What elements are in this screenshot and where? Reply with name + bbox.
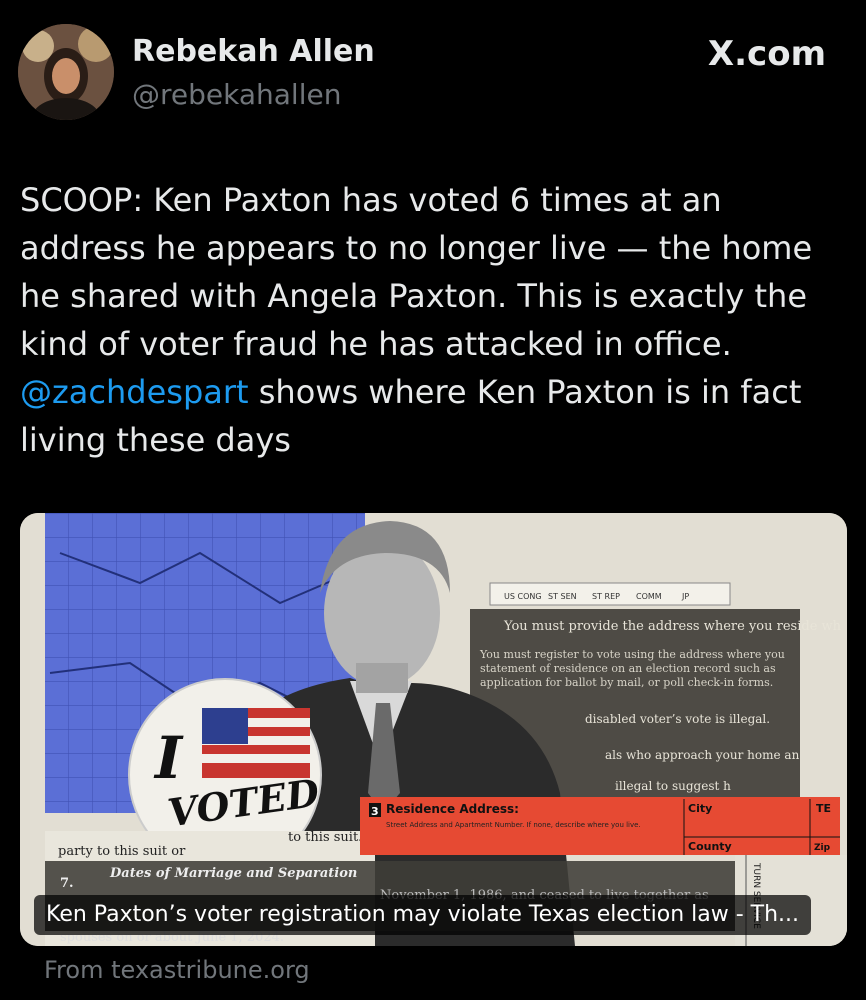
form-cell-4: COMM: [636, 592, 662, 601]
field-zip: Zip: [814, 843, 831, 853]
avatar[interactable]: [18, 24, 114, 120]
legal-suit: to this suit.: [288, 830, 362, 845]
legal-party: party to this suit or: [58, 844, 186, 859]
doc-para-2: statement of residence on an election re…: [480, 662, 776, 675]
doc-line-6: illegal to suggest h: [615, 779, 731, 793]
residence-label: Residence Address:: [386, 802, 519, 816]
residence-sub: Street Address and Apartment Number. If …: [386, 821, 641, 829]
doc-line-4: disabled voter’s vote is illegal.: [585, 712, 770, 726]
form-cell-5: JP: [681, 592, 689, 601]
sticker-i: I: [153, 724, 184, 792]
form-cell-2: ST SEN: [548, 592, 577, 601]
residence-number: 3: [371, 805, 379, 818]
legal-num: 7.: [60, 876, 74, 891]
form-header: US CONG ST SEN ST REP COMM JP: [489, 582, 731, 606]
x-logo: X.com: [707, 34, 826, 74]
form-cell-1: US CONG: [504, 592, 542, 601]
form-cell-3: ST REP: [592, 592, 620, 601]
link-caption[interactable]: Ken Paxton’s voter registration may viol…: [34, 895, 812, 935]
card-image: US CONG ST SEN ST REP COMM JP You must p…: [20, 513, 847, 946]
field-county: County: [688, 840, 732, 853]
doc-line-1: You must provide the address where you r…: [503, 619, 842, 634]
author-handle[interactable]: @rebekahallen: [132, 78, 341, 111]
doc-para-1: You must register to vote using the addr…: [479, 648, 785, 661]
legal-heading: Dates of Marriage and Separation: [109, 866, 357, 881]
tweet-text-part1: SCOOP: Ken Paxton has voted 6 times at a…: [20, 181, 813, 363]
link-source[interactable]: From texastribune.org: [44, 956, 310, 984]
field-city: City: [688, 802, 712, 815]
tweet-text: SCOOP: Ken Paxton has voted 6 times at a…: [20, 176, 850, 464]
doc-line-5: als who approach your home an: [605, 748, 800, 762]
doc-para-3: application for ballot by mail, or poll …: [480, 676, 773, 689]
field-te: TE: [816, 802, 831, 815]
author-name[interactable]: Rebekah Allen: [132, 34, 375, 69]
residence-form: 3 Residence Address: Street Address and …: [360, 797, 840, 855]
mention-link[interactable]: @zachdespart: [20, 373, 249, 411]
link-card[interactable]: US CONG ST SEN ST REP COMM JP You must p…: [20, 513, 847, 946]
